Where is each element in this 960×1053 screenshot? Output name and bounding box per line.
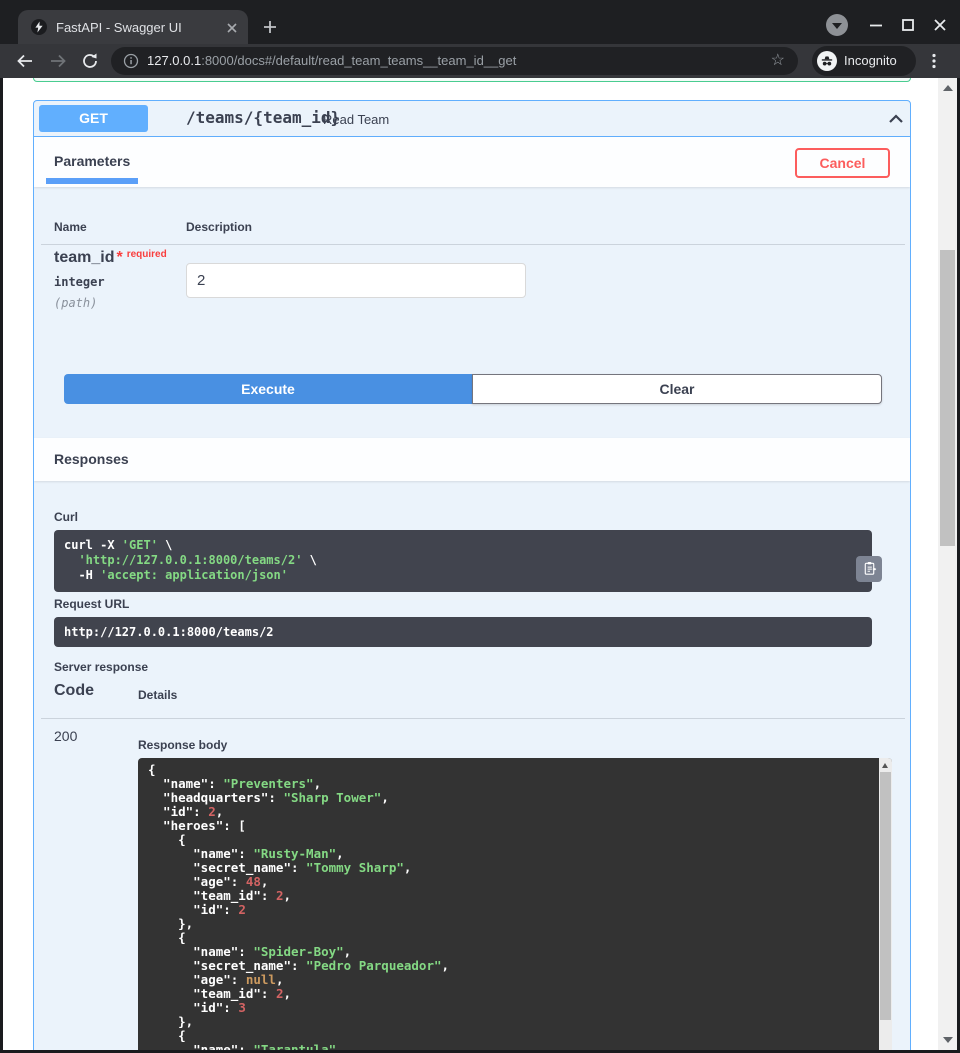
param-name: team_id*required bbox=[54, 249, 167, 267]
reload-button[interactable] bbox=[80, 51, 100, 71]
curl-label: Curl bbox=[54, 510, 78, 524]
team-id-input[interactable] bbox=[186, 263, 526, 298]
browser-toolbar: 127.0.0.1:8000/docs#/default/read_team_t… bbox=[0, 44, 960, 78]
browser-window: FastAPI - Swagger UI bbox=[0, 0, 960, 1053]
code-column-header: Code bbox=[54, 682, 94, 700]
incognito-badge: Incognito bbox=[812, 46, 916, 76]
scrollbar-up-icon[interactable] bbox=[943, 85, 953, 91]
scrollbar-down-icon[interactable] bbox=[943, 1037, 953, 1043]
status-code: 200 bbox=[54, 728, 77, 744]
copy-to-clipboard-button[interactable] bbox=[856, 556, 882, 582]
minimize-button[interactable] bbox=[868, 17, 884, 33]
swagger-page: GET /teams/{team_id} Read Team Parameter… bbox=[0, 78, 960, 1053]
tab-parameters[interactable]: Parameters bbox=[54, 153, 130, 169]
url-bar[interactable]: 127.0.0.1:8000/docs#/default/read_team_t… bbox=[111, 47, 798, 75]
request-url-label: Request URL bbox=[54, 597, 129, 611]
maximize-button[interactable] bbox=[900, 17, 916, 33]
site-info-icon[interactable] bbox=[123, 53, 139, 74]
previous-opblock-edge bbox=[33, 78, 911, 82]
required-asterisk: * bbox=[116, 249, 122, 266]
new-tab-button[interactable] bbox=[260, 17, 280, 37]
browser-titlebar: FastAPI - Swagger UI bbox=[0, 0, 960, 44]
parameters-header: Parameters Cancel bbox=[34, 137, 910, 187]
page-scrollbar-thumb[interactable] bbox=[940, 250, 955, 546]
tab-search-button[interactable] bbox=[826, 14, 848, 36]
url-text[interactable]: 127.0.0.1:8000/docs#/default/read_team_t… bbox=[147, 47, 516, 75]
method-badge: GET bbox=[39, 105, 148, 132]
window-edge-left bbox=[0, 78, 3, 1053]
responses-header: Responses bbox=[34, 438, 910, 481]
table-divider bbox=[41, 244, 905, 245]
execute-row: Execute Clear bbox=[64, 374, 882, 404]
opblock-summary[interactable]: GET /teams/{team_id} Read Team bbox=[34, 101, 910, 137]
curl-command: curl -X 'GET' \ 'http://127.0.0.1:8000/t… bbox=[54, 530, 872, 592]
page-scrollbar[interactable] bbox=[938, 78, 957, 1050]
responses-title: Responses bbox=[54, 451, 129, 467]
endpoint-path: /teams/{team_id} bbox=[186, 108, 340, 127]
response-divider bbox=[41, 718, 905, 719]
active-tab-underline bbox=[46, 178, 138, 184]
tab-title: FastAPI - Swagger UI bbox=[56, 20, 182, 35]
get-opblock: GET /teams/{team_id} Read Team Parameter… bbox=[33, 100, 911, 1053]
tab-close-icon[interactable] bbox=[226, 21, 238, 33]
url-host: 127.0.0.1 bbox=[147, 53, 201, 68]
response-body-label: Response body bbox=[138, 738, 227, 752]
clear-button[interactable]: Clear bbox=[472, 374, 882, 404]
scroll-up-icon[interactable] bbox=[882, 763, 888, 768]
incognito-label: Incognito bbox=[844, 46, 897, 76]
description-column-header: Description bbox=[186, 220, 252, 234]
browser-tab[interactable]: FastAPI - Swagger UI bbox=[18, 10, 248, 44]
name-column-header: Name bbox=[54, 220, 87, 234]
incognito-icon bbox=[817, 51, 837, 71]
response-body-scrollbar[interactable] bbox=[879, 758, 892, 1053]
fastapi-favicon-icon bbox=[31, 19, 47, 35]
forward-button[interactable] bbox=[48, 51, 68, 71]
collapse-chevron-icon[interactable] bbox=[886, 109, 906, 129]
request-url-value: http://127.0.0.1:8000/teams/2 bbox=[54, 617, 872, 647]
back-button[interactable] bbox=[15, 51, 35, 71]
response-body-code: { "name": "Preventers", "headquarters": … bbox=[138, 758, 892, 1053]
param-location: (path) bbox=[54, 296, 97, 310]
param-type: integer bbox=[54, 275, 105, 289]
menu-kebab-icon[interactable] bbox=[925, 52, 945, 72]
cancel-button[interactable]: Cancel bbox=[795, 148, 890, 178]
endpoint-summary: Read Team bbox=[323, 112, 389, 127]
close-button[interactable] bbox=[932, 17, 948, 33]
response-scrollbar-thumb[interactable] bbox=[880, 772, 891, 1020]
response-body-box: { "name": "Preventers", "headquarters": … bbox=[138, 758, 892, 1053]
server-response-label: Server response bbox=[54, 660, 148, 674]
details-column-header: Details bbox=[138, 688, 177, 702]
required-label: required bbox=[127, 249, 167, 260]
caret-down-icon bbox=[832, 23, 842, 29]
execute-button[interactable]: Execute bbox=[64, 374, 472, 404]
bookmark-star-icon[interactable]: ☆ bbox=[771, 47, 785, 75]
url-path: :8000/docs#/default/read_team_teams__tea… bbox=[201, 53, 516, 68]
